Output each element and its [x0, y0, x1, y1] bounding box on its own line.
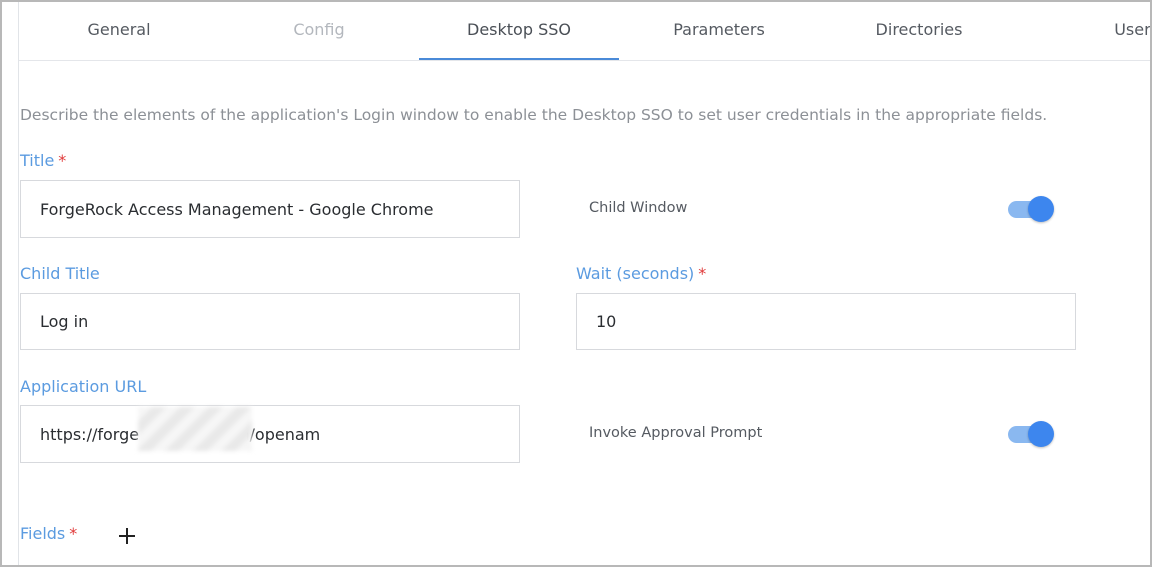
tab-config[interactable]: Config [219, 2, 419, 58]
application-url-label-text: Application URL [20, 377, 147, 396]
application-url-label: Application URL [20, 377, 146, 396]
content-panel [18, 2, 1150, 565]
child-title-label-text: Child Title [20, 264, 100, 283]
child-title-label: Child Title [20, 264, 100, 283]
title-label-text: Title [20, 151, 55, 170]
fields-label: Fields * [20, 524, 77, 543]
application-url-input[interactable] [20, 405, 520, 463]
toggle-knob [1028, 421, 1054, 447]
required-mark: * [69, 524, 78, 543]
section-description: Describe the elements of the application… [20, 106, 1048, 124]
invoke-approval-toggle[interactable] [1008, 421, 1054, 447]
wait-label-text: Wait (seconds) [576, 264, 695, 283]
tab-users[interactable]: Users [1019, 2, 1150, 58]
required-mark: * [698, 264, 707, 283]
plus-icon[interactable] [117, 526, 137, 546]
tab-bar: General Config Desktop SSO Parameters Di… [19, 2, 1150, 61]
fields-label-text: Fields [20, 524, 66, 543]
title-input[interactable] [20, 180, 520, 238]
toggle-knob [1028, 196, 1054, 222]
child-title-input[interactable] [20, 293, 520, 350]
child-window-label: Child Window [589, 200, 688, 216]
tab-parameters[interactable]: Parameters [619, 2, 819, 58]
wait-seconds-input[interactable] [576, 293, 1076, 350]
app-frame: General Config Desktop SSO Parameters Di… [0, 0, 1152, 567]
invoke-approval-label: Invoke Approval Prompt [589, 425, 763, 441]
tab-directories[interactable]: Directories [819, 2, 1019, 58]
wait-label: Wait (seconds) * [576, 264, 706, 283]
required-mark: * [58, 151, 67, 170]
tab-desktop-sso[interactable]: Desktop SSO [419, 2, 619, 60]
child-window-toggle[interactable] [1008, 196, 1054, 222]
tab-general[interactable]: General [19, 2, 219, 58]
title-label: Title * [20, 151, 66, 170]
